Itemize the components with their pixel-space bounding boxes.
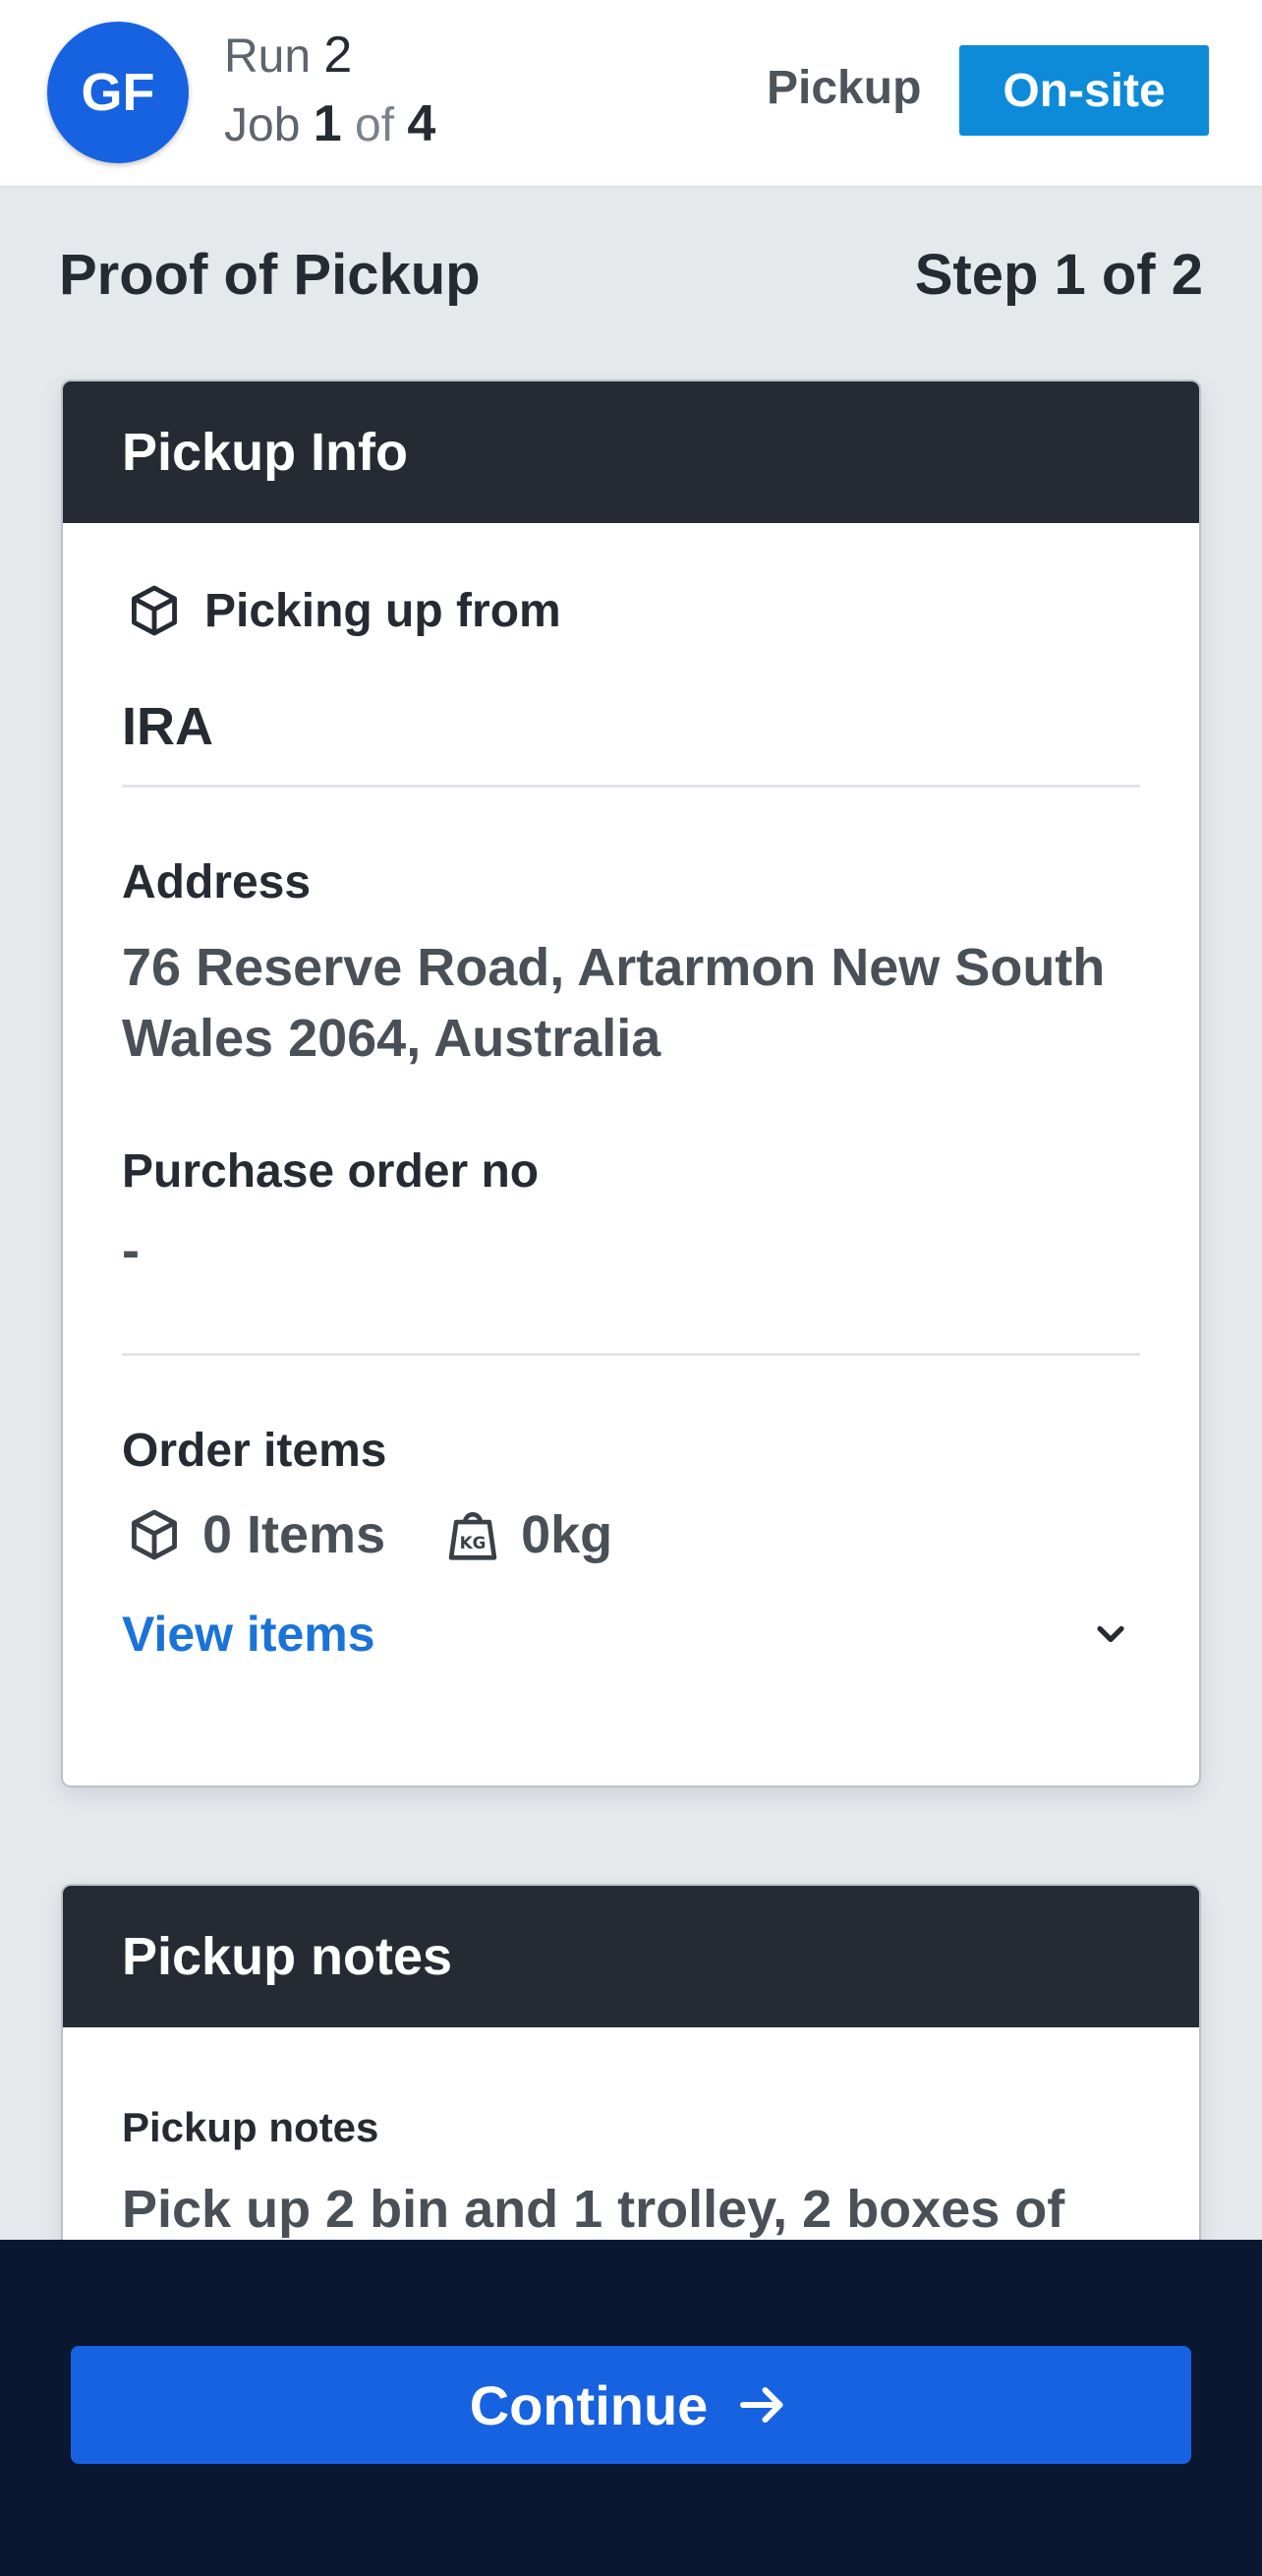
- view-items-link[interactable]: View items: [122, 1606, 375, 1663]
- picking-up-from-label: Picking up from: [204, 584, 561, 637]
- continue-label: Continue: [469, 2373, 709, 2436]
- pickup-notes-label: Pickup notes: [122, 2104, 379, 2150]
- step-indicator: Step 1 of 2: [914, 243, 1203, 307]
- arrow-right-icon: [733, 2375, 792, 2434]
- page-title: Proof of Pickup: [59, 243, 481, 307]
- weight-value: 0kg: [521, 1505, 613, 1564]
- svg-text:KG: KG: [460, 1533, 487, 1552]
- job-total: 4: [407, 95, 436, 152]
- run-line: Run 2: [224, 22, 435, 90]
- weight: KG 0kg: [440, 1502, 612, 1567]
- purchase-order-value: -: [122, 1221, 140, 1280]
- job-of: of: [355, 99, 395, 151]
- job-label: Job: [224, 99, 301, 151]
- job-type-label: Pickup: [767, 62, 922, 114]
- view-items-row[interactable]: View items: [122, 1605, 1140, 1664]
- job-line: Job 1 of 4: [224, 90, 435, 159]
- avatar[interactable]: GF: [47, 22, 189, 163]
- package-icon: [122, 1502, 187, 1567]
- address-label: Address: [122, 856, 312, 908]
- address-value: 76 Reserve Road, Artarmon New South Wale…: [122, 938, 1106, 1068]
- order-items-stats: 0 Items KG 0kg: [122, 1502, 1140, 1567]
- run-job-indicator: Run 2 Job 1 of 4: [224, 22, 435, 159]
- status-badge: On-site: [959, 45, 1209, 136]
- pickup-notes-heading: Pickup notes: [63, 1886, 1199, 2027]
- run-label: Run: [224, 30, 312, 83]
- pickup-info-heading: Pickup Info: [63, 381, 1199, 523]
- items-count: 0 Items: [122, 1502, 385, 1567]
- divider: [122, 1353, 1140, 1356]
- chevron-down-icon[interactable]: [1081, 1605, 1140, 1664]
- package-icon: [122, 578, 187, 643]
- divider: [122, 785, 1140, 788]
- items-count-value: 0 Items: [202, 1505, 386, 1564]
- company-name: IRA: [122, 697, 213, 756]
- pickup-info-card: Pickup Info Picking up from IRA Address …: [61, 380, 1201, 1787]
- top-bar: GF Run 2 Job 1 of 4 Pickup On-site: [0, 0, 1262, 187]
- pickup-notes-value: Pick up 2 bin and 1 trolley, 2 boxes of: [122, 2180, 1065, 2239]
- continue-button[interactable]: Continue: [71, 2346, 1191, 2464]
- picking-up-from: Picking up from: [122, 578, 1140, 643]
- order-items-label: Order items: [122, 1425, 387, 1477]
- run-number: 2: [323, 27, 353, 84]
- purchase-order-label: Purchase order no: [122, 1145, 540, 1198]
- weight-icon: KG: [440, 1502, 505, 1567]
- footer-bar: Continue: [0, 2240, 1262, 2576]
- job-current: 1: [313, 95, 342, 152]
